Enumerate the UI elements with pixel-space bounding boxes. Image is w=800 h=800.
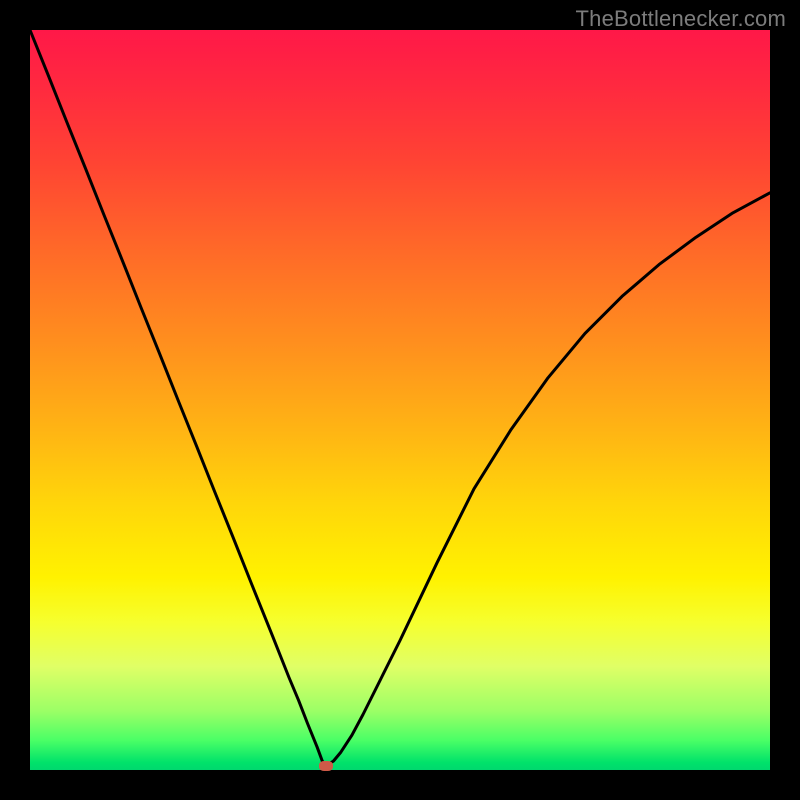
chart-frame: TheBottlenecker.com: [0, 0, 800, 800]
minimum-marker: [319, 761, 333, 771]
curve-path: [30, 30, 770, 766]
bottleneck-curve: [30, 30, 770, 770]
watermark-text: TheBottlenecker.com: [576, 6, 786, 32]
